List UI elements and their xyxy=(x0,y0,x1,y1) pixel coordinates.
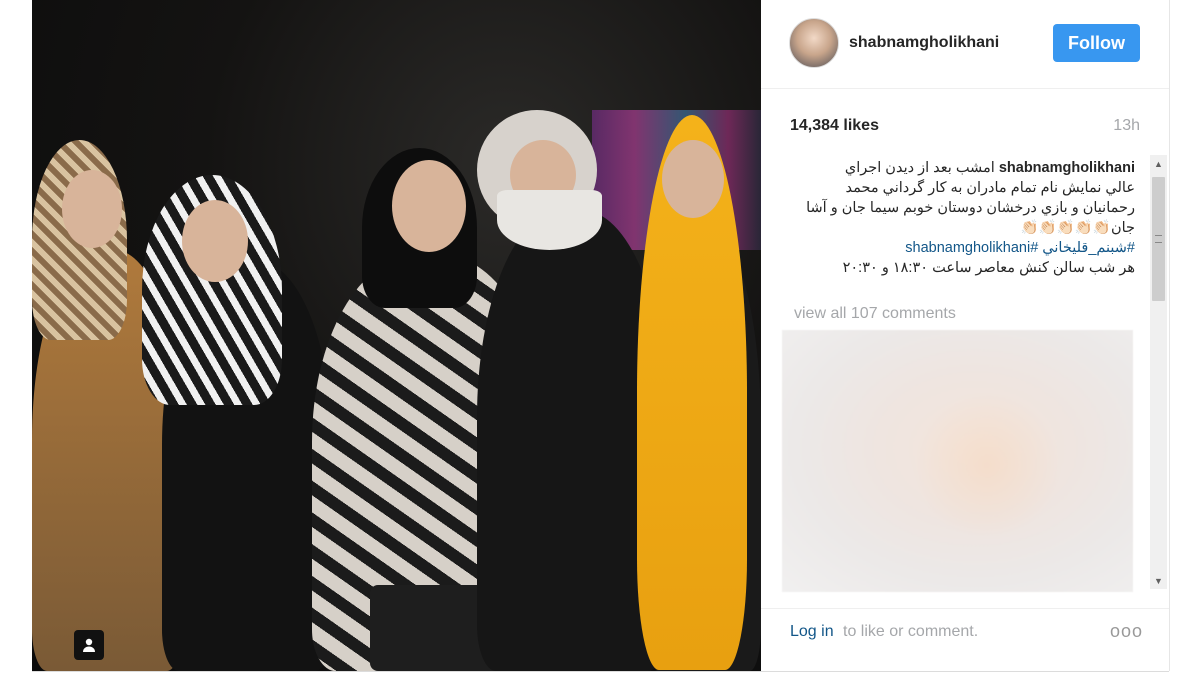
caption-line-3: رحمانيان و بازي درخشان دوستان خوبم سيما … xyxy=(806,200,1135,216)
person-1-face xyxy=(62,170,122,248)
post-footer: Log in to like or comment. ooo xyxy=(761,608,1169,659)
caption-line-6: هر شب سالن كنش معاصر ساعت ١٨:٣٠ و ٢٠:٣٠ xyxy=(842,260,1135,276)
follow-button[interactable]: Follow xyxy=(1053,24,1140,62)
user-tag-glyph xyxy=(83,638,95,652)
login-suffix-text: to like or comment. xyxy=(843,623,979,640)
person-4-beard xyxy=(497,190,602,250)
likes-count[interactable]: 14,384 likes xyxy=(790,117,879,135)
scrollbar-thumb[interactable] xyxy=(1152,177,1165,301)
caption-hashtags[interactable]: #شبنم_قليخاني #shabnamgholikhani xyxy=(790,238,1135,258)
person-2-face xyxy=(182,200,248,282)
bottom-divider xyxy=(32,671,1169,672)
person-5-face xyxy=(662,140,724,218)
more-options-icon[interactable]: ooo xyxy=(1110,621,1143,642)
scroll-down-arrow-icon[interactable]: ▼ xyxy=(1150,572,1167,589)
comments-scrollbar[interactable]: ▲ ▼ xyxy=(1150,155,1167,589)
post-time[interactable]: 13h xyxy=(1113,117,1140,135)
caption-line-2: عالي نمايش نام تمام مادران به كار گرداني… xyxy=(845,180,1136,196)
scrollbar-grip xyxy=(1155,235,1162,243)
post-header: shabnamgholikhani Follow xyxy=(761,0,1169,89)
post-side-panel: shabnamgholikhani Follow 14,384 likes 13… xyxy=(761,0,1170,671)
view-all-comments-link[interactable]: view all 107 comments xyxy=(794,305,956,323)
comments-blurred-area xyxy=(782,330,1133,592)
login-link[interactable]: Log in xyxy=(790,623,834,641)
post-photo[interactable] xyxy=(32,0,761,671)
caption-text-1: امشب بعد از ديدن اجراي xyxy=(844,160,995,176)
scroll-up-arrow-icon[interactable]: ▲ xyxy=(1150,155,1167,172)
username-link[interactable]: shabnamgholikhani xyxy=(849,34,999,52)
user-tag-icon[interactable] xyxy=(74,630,104,660)
avatar[interactable] xyxy=(789,18,839,68)
person-3-face xyxy=(392,160,466,252)
caption-line-4: جان👏🏻👏🏻👏🏻👏🏻👏🏻 xyxy=(1020,220,1135,236)
post-caption: shabnamgholikhani امشب بعد از ديدن اجراي… xyxy=(790,158,1135,278)
caption-username[interactable]: shabnamgholikhani xyxy=(999,160,1135,176)
caption-line-1: shabnamgholikhani امشب بعد از ديدن اجراي xyxy=(790,158,1135,178)
